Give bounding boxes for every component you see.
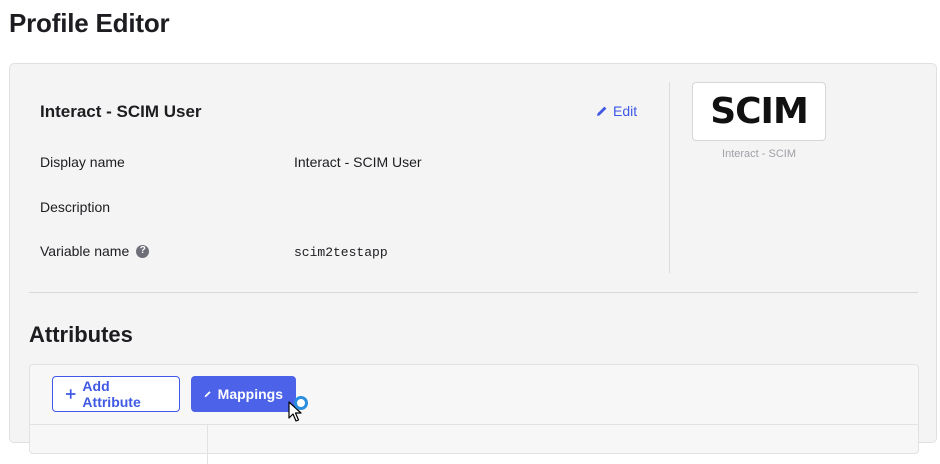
attributes-title: Attributes [29, 322, 133, 347]
description-label: Description [40, 199, 111, 215]
pencil-icon [597, 106, 607, 116]
variable-name-label: Variable name [40, 243, 130, 259]
table-header-border [30, 424, 918, 425]
profile-name: Interact - SCIM User [40, 102, 202, 121]
profile-card: Interact - SCIM User Edit Display name I… [10, 64, 670, 279]
plus-icon [65, 389, 76, 399]
profile-panel: Interact - SCIM User Edit Display name I… [9, 63, 937, 464]
mappings-label: Mappings [217, 386, 283, 402]
edit-profile-link[interactable]: Edit [596, 103, 637, 119]
display-name-value: Interact - SCIM User [294, 154, 422, 170]
table-column-divider [207, 424, 208, 464]
add-attribute-label: Add Attribute [82, 378, 141, 410]
app-logo: SCIM [692, 82, 826, 141]
edit-label: Edit [613, 103, 638, 119]
variable-name-value: scim2testapp [294, 245, 388, 260]
mappings-button[interactable]: Mappings [191, 376, 296, 412]
pencil-icon [204, 391, 211, 398]
app-logo-caption: Interact - SCIM [722, 148, 796, 160]
attributes-card: Add Attribute Mappings [29, 364, 919, 464]
display-name-label: Display name [40, 154, 125, 170]
page-title: Profile Editor [9, 8, 170, 38]
variable-name-label-row: Variable name ? [40, 243, 150, 259]
add-attribute-button[interactable]: Add Attribute [52, 376, 180, 412]
loading-spinner-icon [294, 396, 308, 410]
scim-logo-text: SCIM [710, 91, 809, 132]
vertical-divider [669, 82, 670, 273]
section-divider [29, 292, 918, 293]
question-icon[interactable]: ? [136, 244, 150, 258]
